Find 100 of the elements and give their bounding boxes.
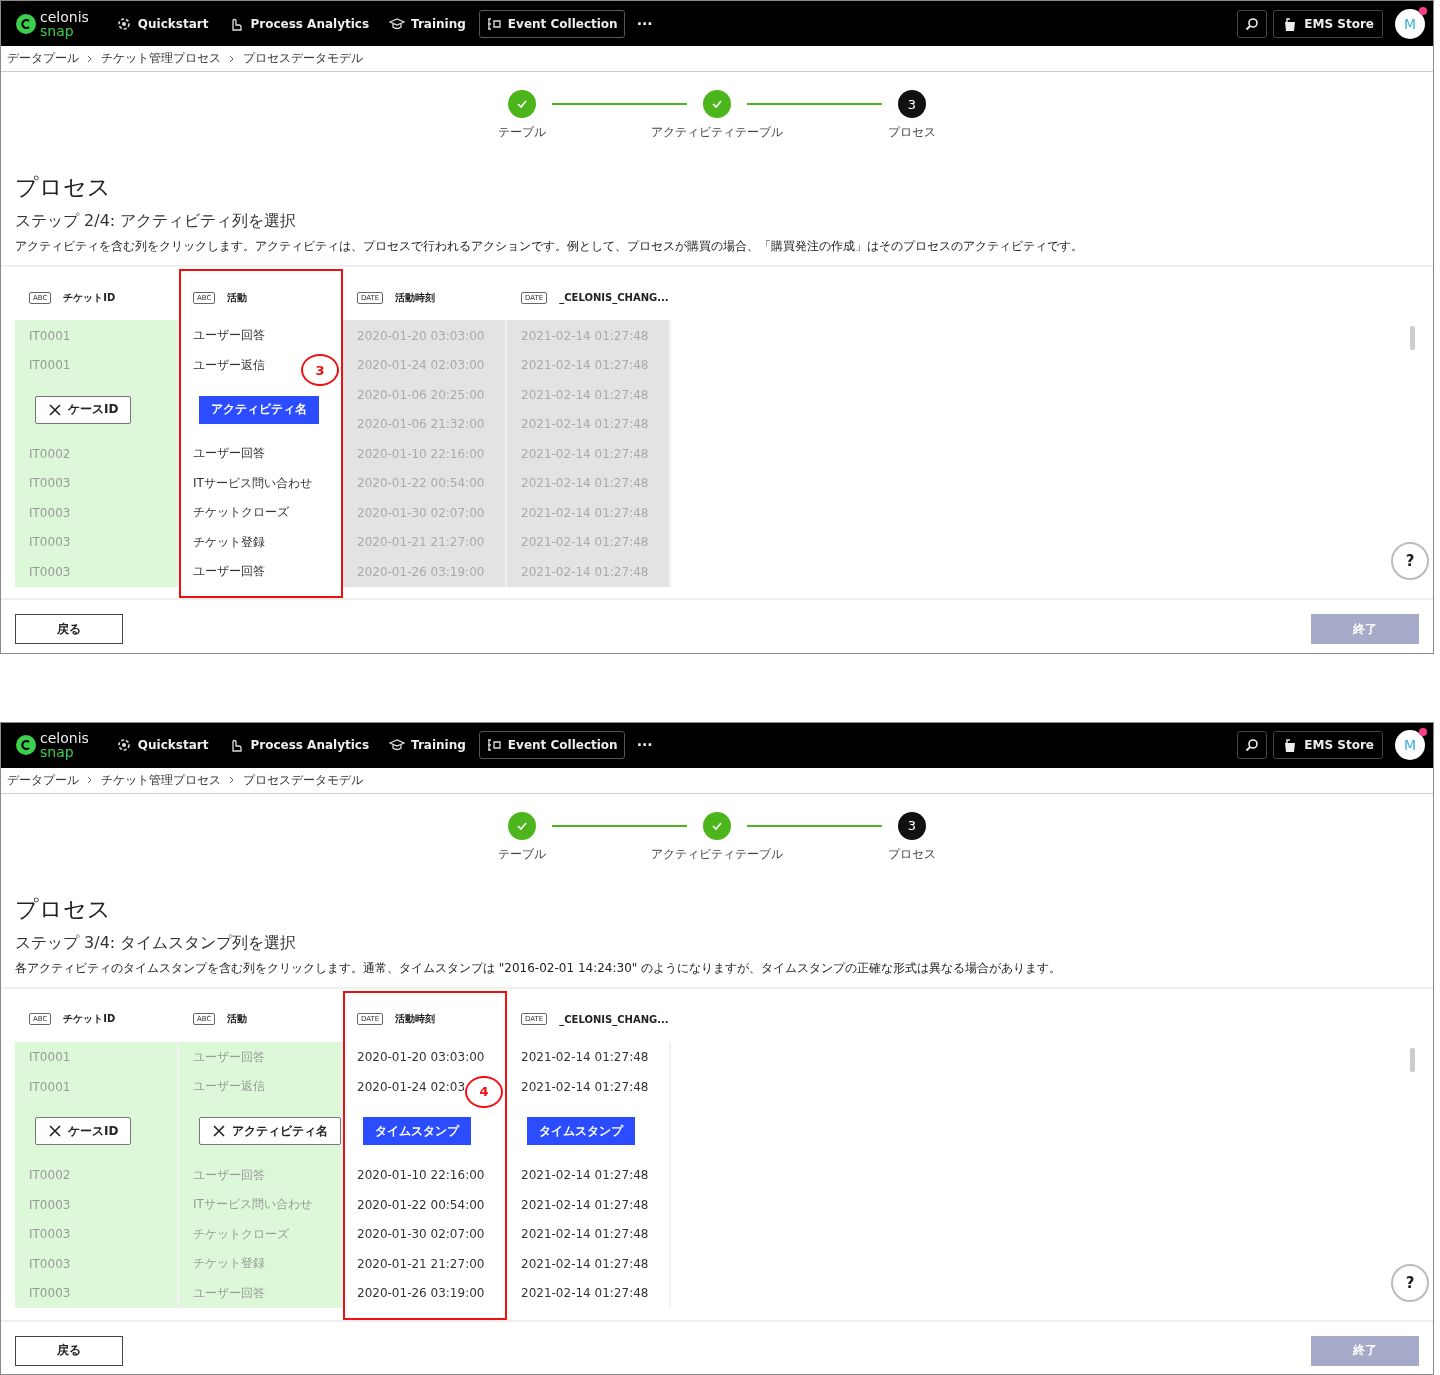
breadcrumb-link[interactable]: データプール (7, 771, 79, 789)
table-cell: 2021-02-14 01:27:48 (521, 358, 649, 373)
scrollbar[interactable] (1410, 1047, 1415, 1072)
table-cell: IT0003 (29, 505, 71, 520)
column-header: チケットID (63, 1012, 116, 1026)
table-cell: IT0001 (29, 328, 71, 343)
table-cell: 2021-02-14 01:27:48 (521, 1168, 649, 1183)
nav-tab[interactable]: Event Collection (478, 9, 625, 38)
column-background[interactable]: ユーザー回答 ユーザー返信 アクティビティ名 ユーザー回答 ITサービス問い合わせ チケットクローズ チケット登録 ユーザー回答 (179, 1041, 343, 1308)
table-cell: IT0003 (29, 476, 71, 491)
nav-tab[interactable]: Event Collection (478, 731, 625, 759)
table-cell: ユーザー回答 (193, 327, 265, 345)
step-label: テーブル (498, 124, 546, 141)
store-button[interactable]: EMS Store (1273, 731, 1383, 759)
column-header: 活動時刻 (395, 290, 436, 305)
graduation-cap-icon (389, 15, 406, 32)
more-button[interactable]: ··· (630, 736, 659, 754)
flow-icon (485, 15, 502, 32)
graduation-cap-icon (389, 737, 406, 753)
table-cell: 2021-02-14 01:27:48 (521, 387, 649, 402)
table-cell: 2020-01-21 21:27:00 (357, 1256, 485, 1271)
help-button[interactable]: ? (1391, 1263, 1429, 1302)
table-cell: IT0001 (29, 1079, 71, 1094)
suggested-tag[interactable]: タイムスタンプ (527, 1117, 635, 1145)
scrollbar[interactable] (1410, 326, 1415, 350)
table-cell: 2021-02-14 01:27:48 (521, 1256, 649, 1271)
table-cell: 2020-01-06 20:25:00 (357, 387, 485, 402)
callout-number: 4 (465, 1075, 503, 1108)
logo-icon (15, 12, 37, 35)
table-cell: 2020-01-20 03:03:00 (357, 1050, 485, 1065)
table-cell: 2021-02-14 01:27:48 (521, 417, 649, 432)
nav-tab[interactable]: Quickstart (108, 731, 216, 759)
column-background[interactable]: IT0001 IT0001 ケースID IT0002 IT0003 IT0003 IT0003 IT0003 (15, 320, 179, 587)
table-cell: ユーザー回答 (193, 445, 265, 463)
table-cell: 2020-01-06 21:32:00 (357, 417, 485, 432)
table-cell: ユーザー回答 (193, 1166, 265, 1184)
table-cell: IT0002 (29, 1168, 71, 1183)
logo-text: snap (40, 745, 75, 759)
more-button[interactable]: ··· (630, 14, 659, 33)
table-cell: 2020-01-30 02:07:00 (357, 505, 485, 520)
table-cell: 2020-01-22 00:54:00 (357, 1197, 485, 1212)
table-cell: チケットクローズ (193, 504, 289, 522)
table-cell: ユーザー回答 (193, 1048, 265, 1066)
back-button[interactable]: 戻る (15, 1335, 123, 1366)
nav-tab[interactable]: Process Analytics (221, 9, 377, 38)
search-icon (1245, 738, 1260, 752)
assigned-tag[interactable]: ケースID (35, 395, 132, 424)
table-cell: 2020-01-24 02:03 (357, 1079, 466, 1094)
table-cell: ユーザー回答 (193, 563, 265, 581)
page-title: プロセス (15, 894, 112, 924)
table-cell: IT0002 (29, 446, 71, 461)
table-cell: IT0001 (29, 358, 71, 373)
help-button[interactable]: ? (1391, 542, 1429, 580)
table-cell: 2021-02-14 01:27:48 (521, 1227, 649, 1242)
column-header: _CELONIS_CHANG... (559, 292, 669, 303)
chevron-icon (229, 54, 235, 63)
logo-text: celonis (40, 9, 89, 24)
breadcrumb-link[interactable]: チケット管理プロセス (101, 771, 221, 789)
table-cell: IT0003 (29, 1286, 71, 1301)
back-button[interactable]: 戻る (15, 614, 123, 644)
breadcrumb-link[interactable]: チケット管理プロセス (101, 50, 221, 67)
column-header: _CELONIS_CHANG... (559, 1013, 669, 1025)
table-cell: 2021-02-14 01:27:48 (521, 1079, 649, 1094)
assigned-tag[interactable]: アクティビティ名 (199, 1117, 341, 1145)
column-header: 活動時刻 (395, 1012, 436, 1026)
chevron-icon (87, 776, 93, 784)
gear-icon (115, 737, 132, 753)
store-button[interactable]: EMS Store (1273, 9, 1383, 38)
gear-icon (115, 15, 132, 32)
table-cell: 2021-02-14 01:27:48 (521, 1286, 649, 1301)
table-cell: 2020-01-20 03:03:00 (357, 328, 485, 343)
table-cell: IT0003 (29, 564, 71, 579)
breadcrumb-link[interactable]: データプール (7, 50, 79, 67)
logo-icon (15, 734, 37, 756)
column-header: チケットID (63, 290, 116, 305)
search-icon (1245, 16, 1260, 31)
search-button[interactable] (1237, 731, 1268, 759)
table-cell: IT0003 (29, 535, 71, 550)
step-title: ステップ 3/4: タイムスタンプ列を選択 (15, 932, 298, 954)
nav-tab[interactable]: Quickstart (108, 9, 216, 38)
table-cell: チケットクローズ (193, 1225, 289, 1243)
table-cell: 2020-01-22 00:54:00 (357, 476, 485, 491)
breadcrumb-link[interactable]: プロセスデータモデル (243, 50, 363, 67)
table-cell: 2020-01-30 02:07:00 (357, 1227, 485, 1242)
table-cell: ユーザー返信 (193, 356, 265, 374)
step-label: プロセス (888, 124, 936, 141)
breadcrumb-link[interactable]: プロセスデータモデル (243, 771, 363, 789)
table-cell: ユーザー回答 (193, 1284, 265, 1302)
suggested-tag[interactable]: タイムスタンプ (363, 1117, 471, 1145)
search-button[interactable] (1237, 9, 1268, 38)
table-cell: ITサービス問い合わせ (193, 1196, 312, 1214)
nav-tab[interactable]: Process Analytics (221, 731, 377, 759)
table-cell: チケット登録 (193, 1255, 265, 1273)
step-title: ステップ 2/4: アクティビティ列を選択 (15, 211, 298, 232)
nav-tab[interactable]: Training (382, 731, 473, 759)
callout-number: 3 (301, 354, 339, 386)
nav-tab[interactable]: Training (382, 9, 473, 38)
column-background[interactable]: IT0001 IT0001 ケースID IT0002 IT0003 IT0003 IT0003 IT0003 (15, 1041, 179, 1308)
suggested-tag[interactable]: アクティビティ名 (199, 395, 319, 424)
assigned-tag[interactable]: ケースID (35, 1117, 132, 1145)
